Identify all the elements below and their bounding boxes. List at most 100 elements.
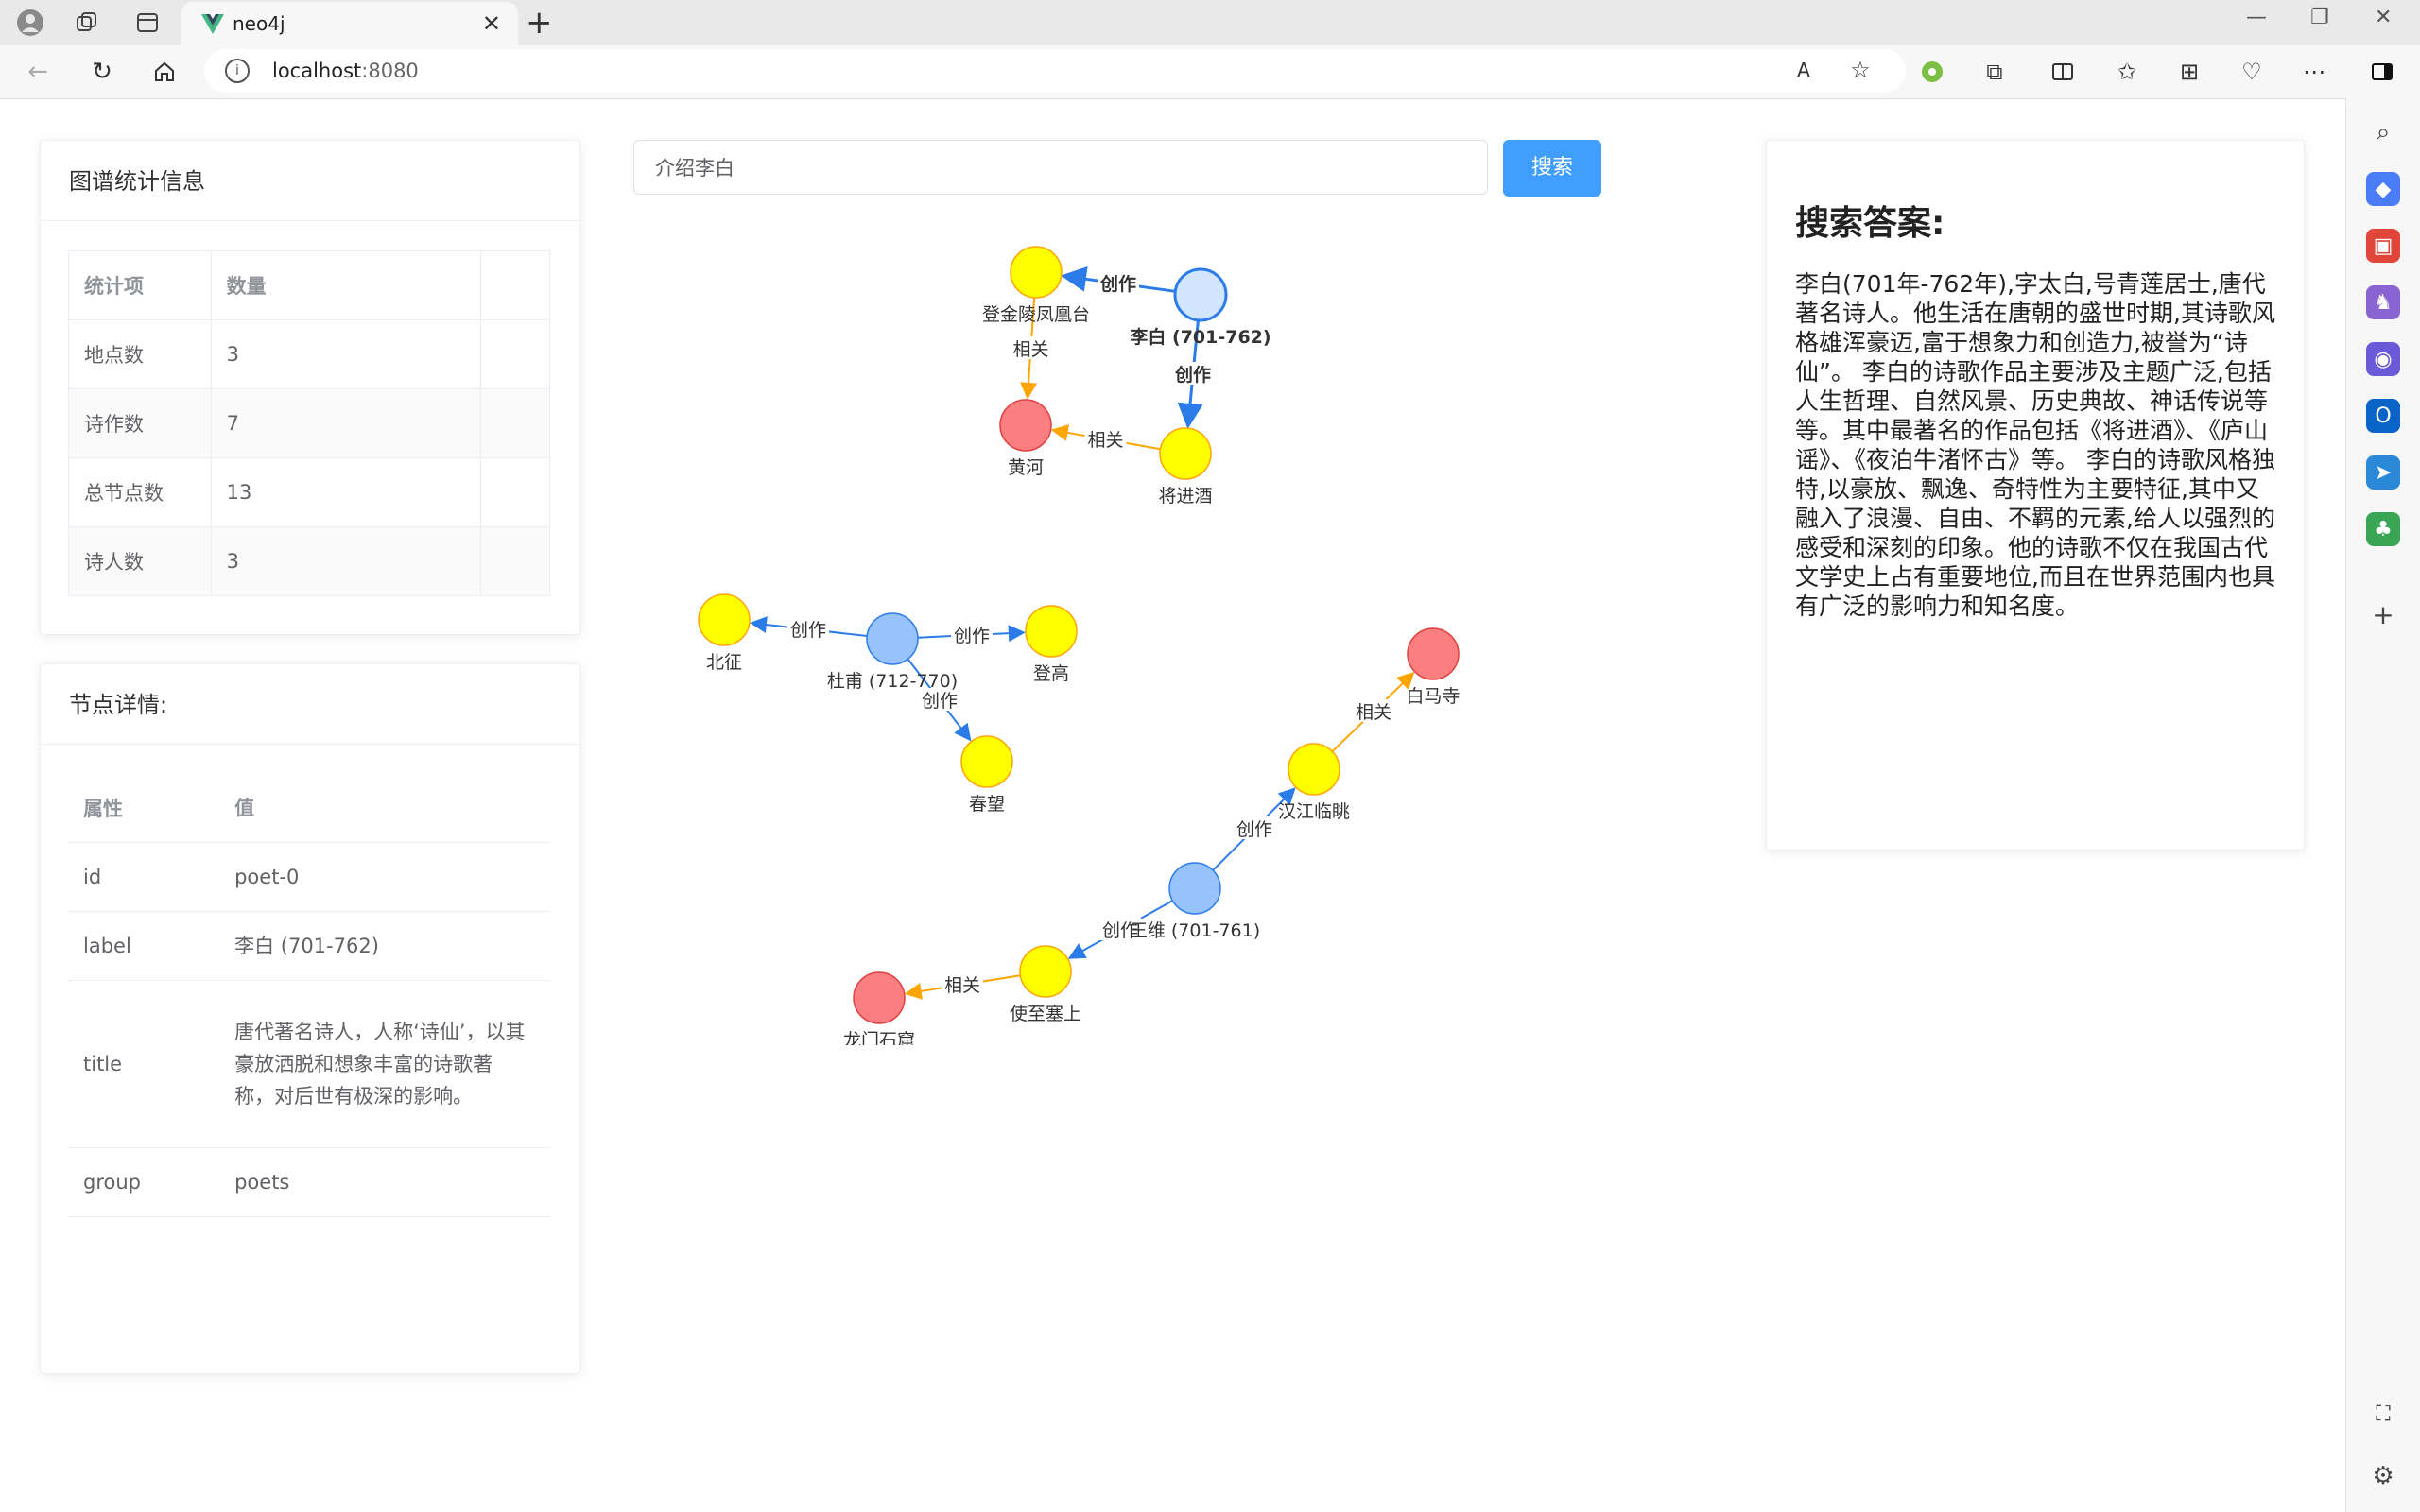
- graph-node-label: 春望: [969, 794, 1005, 815]
- tree-icon[interactable]: ♣: [2366, 512, 2400, 546]
- edge-label: 相关: [1356, 702, 1392, 723]
- graph-node-label: 杜甫 (712-770): [827, 671, 958, 692]
- favorites-icon[interactable]: ✩: [2112, 57, 2142, 87]
- detail-cell-key: label: [68, 911, 220, 981]
- window-close-icon[interactable]: ✕: [2375, 6, 2392, 29]
- new-tab-button[interactable]: +: [526, 4, 553, 42]
- office-icon[interactable]: ◉: [2366, 342, 2400, 376]
- home-icon[interactable]: [147, 55, 182, 89]
- games-icon[interactable]: ♞: [2366, 285, 2400, 319]
- refresh-icon[interactable]: ↻: [85, 55, 119, 89]
- tab-title: neo4j: [233, 12, 285, 35]
- stats-header-gutter: [480, 250, 550, 320]
- answer-title: 搜索答案:: [1795, 204, 1945, 243]
- graph-node-poem[interactable]: [1025, 605, 1078, 658]
- graph-node-poet[interactable]: [1168, 862, 1221, 915]
- graph-node-poem[interactable]: [1159, 427, 1212, 480]
- back-icon[interactable]: ←: [21, 55, 55, 89]
- search-input[interactable]: 介绍李白: [633, 140, 1488, 195]
- table-row: id poet-0: [68, 842, 550, 912]
- address-bar[interactable]: i localhost:8080 A ☆: [204, 49, 1906, 93]
- table-row: 总节点数 13: [68, 457, 550, 527]
- close-tab-icon[interactable]: ✕: [482, 10, 501, 37]
- graph-node-poem[interactable]: [1288, 743, 1340, 796]
- graph-node-poem[interactable]: [960, 735, 1013, 788]
- tools-icon[interactable]: ▣: [2366, 229, 2400, 263]
- collections-icon[interactable]: ⊞: [2174, 57, 2204, 87]
- url-text: localhost:8080: [272, 60, 419, 82]
- graph-node-poet[interactable]: [1173, 267, 1228, 322]
- stats-table: 统计项 数量 地点数 3 诗作数 7 总节点数 13 诗人数 3: [68, 250, 550, 596]
- graph-node-label: 登金陵凤凰台: [982, 304, 1090, 325]
- shopping-tag-icon[interactable]: ◆: [2366, 172, 2400, 206]
- graph-node-poem[interactable]: [1019, 945, 1072, 998]
- minimize-icon[interactable]: —: [2246, 6, 2267, 29]
- stats-cell-empty: [480, 319, 550, 389]
- stats-cell-value: 3: [211, 319, 481, 389]
- detail-header-value: 值: [219, 774, 550, 843]
- graph-node-place[interactable]: [853, 971, 906, 1024]
- stats-cell-name: 总节点数: [68, 457, 212, 527]
- stats-cell-empty: [480, 457, 550, 527]
- add-sidebar-icon[interactable]: +: [2366, 597, 2400, 631]
- graph-node-label: 使至塞上: [1010, 1004, 1081, 1024]
- send-icon[interactable]: ➤: [2366, 455, 2400, 490]
- detail-cell-key: group: [68, 1147, 220, 1217]
- graph-node-poem[interactable]: [1010, 246, 1063, 299]
- graph-node-place[interactable]: [1407, 627, 1460, 680]
- stats-cell-name: 诗作数: [68, 388, 212, 458]
- table-row: 地点数 3: [68, 319, 550, 389]
- restore-icon[interactable]: ❐: [2310, 6, 2329, 29]
- profile-icon[interactable]: [15, 8, 45, 38]
- more-menu-icon[interactable]: ⋯: [2299, 57, 2329, 87]
- vue-logo-icon: [201, 14, 224, 34]
- edge-label: 相关: [1012, 339, 1048, 360]
- extension-green-icon[interactable]: [1917, 57, 1947, 87]
- answer-card: 搜索答案: 李白(701年-762年),字太白,号青莲居士,唐代著名诗人。他生活…: [1766, 140, 2305, 850]
- edge-label: 创作: [1174, 364, 1211, 386]
- graph-node-poem[interactable]: [698, 593, 751, 646]
- stats-cell-empty: [480, 388, 550, 458]
- edge-label: 相关: [1087, 430, 1123, 451]
- edge-label: 创作: [954, 626, 990, 646]
- site-info-icon[interactable]: i: [225, 59, 250, 83]
- settings-gear-icon[interactable]: ⚙: [2366, 1459, 2400, 1493]
- stats-cell-value: 13: [211, 457, 481, 527]
- stats-header-name: 统计项: [68, 250, 212, 320]
- vertical-tabs-icon[interactable]: [132, 8, 163, 38]
- detail-table: 属性 值 id poet-0 label 李白 (701-762) title …: [68, 774, 550, 1217]
- table-row: group poets: [68, 1147, 550, 1217]
- workspaces-icon[interactable]: [72, 8, 102, 38]
- search-button[interactable]: 搜索: [1503, 140, 1601, 197]
- outlook-icon[interactable]: O: [2366, 399, 2400, 433]
- answer-text: 李白(701年-762年),字太白,号青莲居士,唐代著名诗人。他生活在唐朝的盛世…: [1795, 270, 2275, 620]
- favorite-star-icon[interactable]: ☆: [1845, 55, 1876, 85]
- split-screen-icon[interactable]: [2048, 57, 2078, 87]
- stats-cell-value: 3: [211, 526, 481, 596]
- read-aloud-icon[interactable]: A: [1789, 55, 1819, 85]
- screenshot-icon[interactable]: ⛶: [2366, 1397, 2400, 1431]
- graph-node-poet[interactable]: [866, 612, 919, 665]
- edge-label: 相关: [944, 975, 980, 996]
- graph-node-label: 李白 (701-762): [1129, 326, 1270, 348]
- edge-sidebar: ⌕ ◆ ▣ ♞ ◉ O ➤ ♣ + ⛶ ⚙: [2345, 98, 2420, 1512]
- graph-node-label: 将进酒: [1158, 486, 1212, 507]
- graph-node-place[interactable]: [999, 399, 1052, 452]
- detail-cell-key: title: [68, 980, 220, 1148]
- sidebar-toggle-icon[interactable]: [2367, 57, 2397, 87]
- extensions-icon[interactable]: ⧉: [1979, 57, 2010, 87]
- search-icon[interactable]: ⌕: [2366, 115, 2400, 149]
- stats-cell-name: 诗人数: [68, 526, 212, 596]
- browser-essentials-icon[interactable]: ♡: [2237, 57, 2267, 87]
- edge-label: 创作: [790, 620, 826, 641]
- stats-cell-value: 7: [211, 388, 481, 458]
- table-row: title 唐代著名诗人，人称‘诗仙’，以其豪放洒脱和想象丰富的诗歌著称，对后世…: [68, 980, 550, 1148]
- detail-card-title: 节点详情:: [41, 664, 579, 745]
- graph-node-label: 登高: [1033, 663, 1069, 684]
- stats-cell-empty: [480, 526, 550, 596]
- table-row: label 李白 (701-762): [68, 911, 550, 981]
- browser-tab[interactable]: neo4j ✕: [182, 2, 518, 45]
- graph-svg[interactable]: 创作创作相关相关创作 创作创作创作相关创作相关李白 (701-762)登金陵凤凰台…: [631, 223, 1577, 1045]
- stats-card: 图谱统计信息 统计项 数量 地点数 3 诗作数 7 总节点数 13 诗人数 3: [40, 140, 580, 635]
- knowledge-graph-canvas[interactable]: 创作 创作 相关 相关 创作 创作 创作 创作 相关 创作 相关 李白 (701-762) 登金陵凤凰台…: [631, 223, 1577, 1045]
